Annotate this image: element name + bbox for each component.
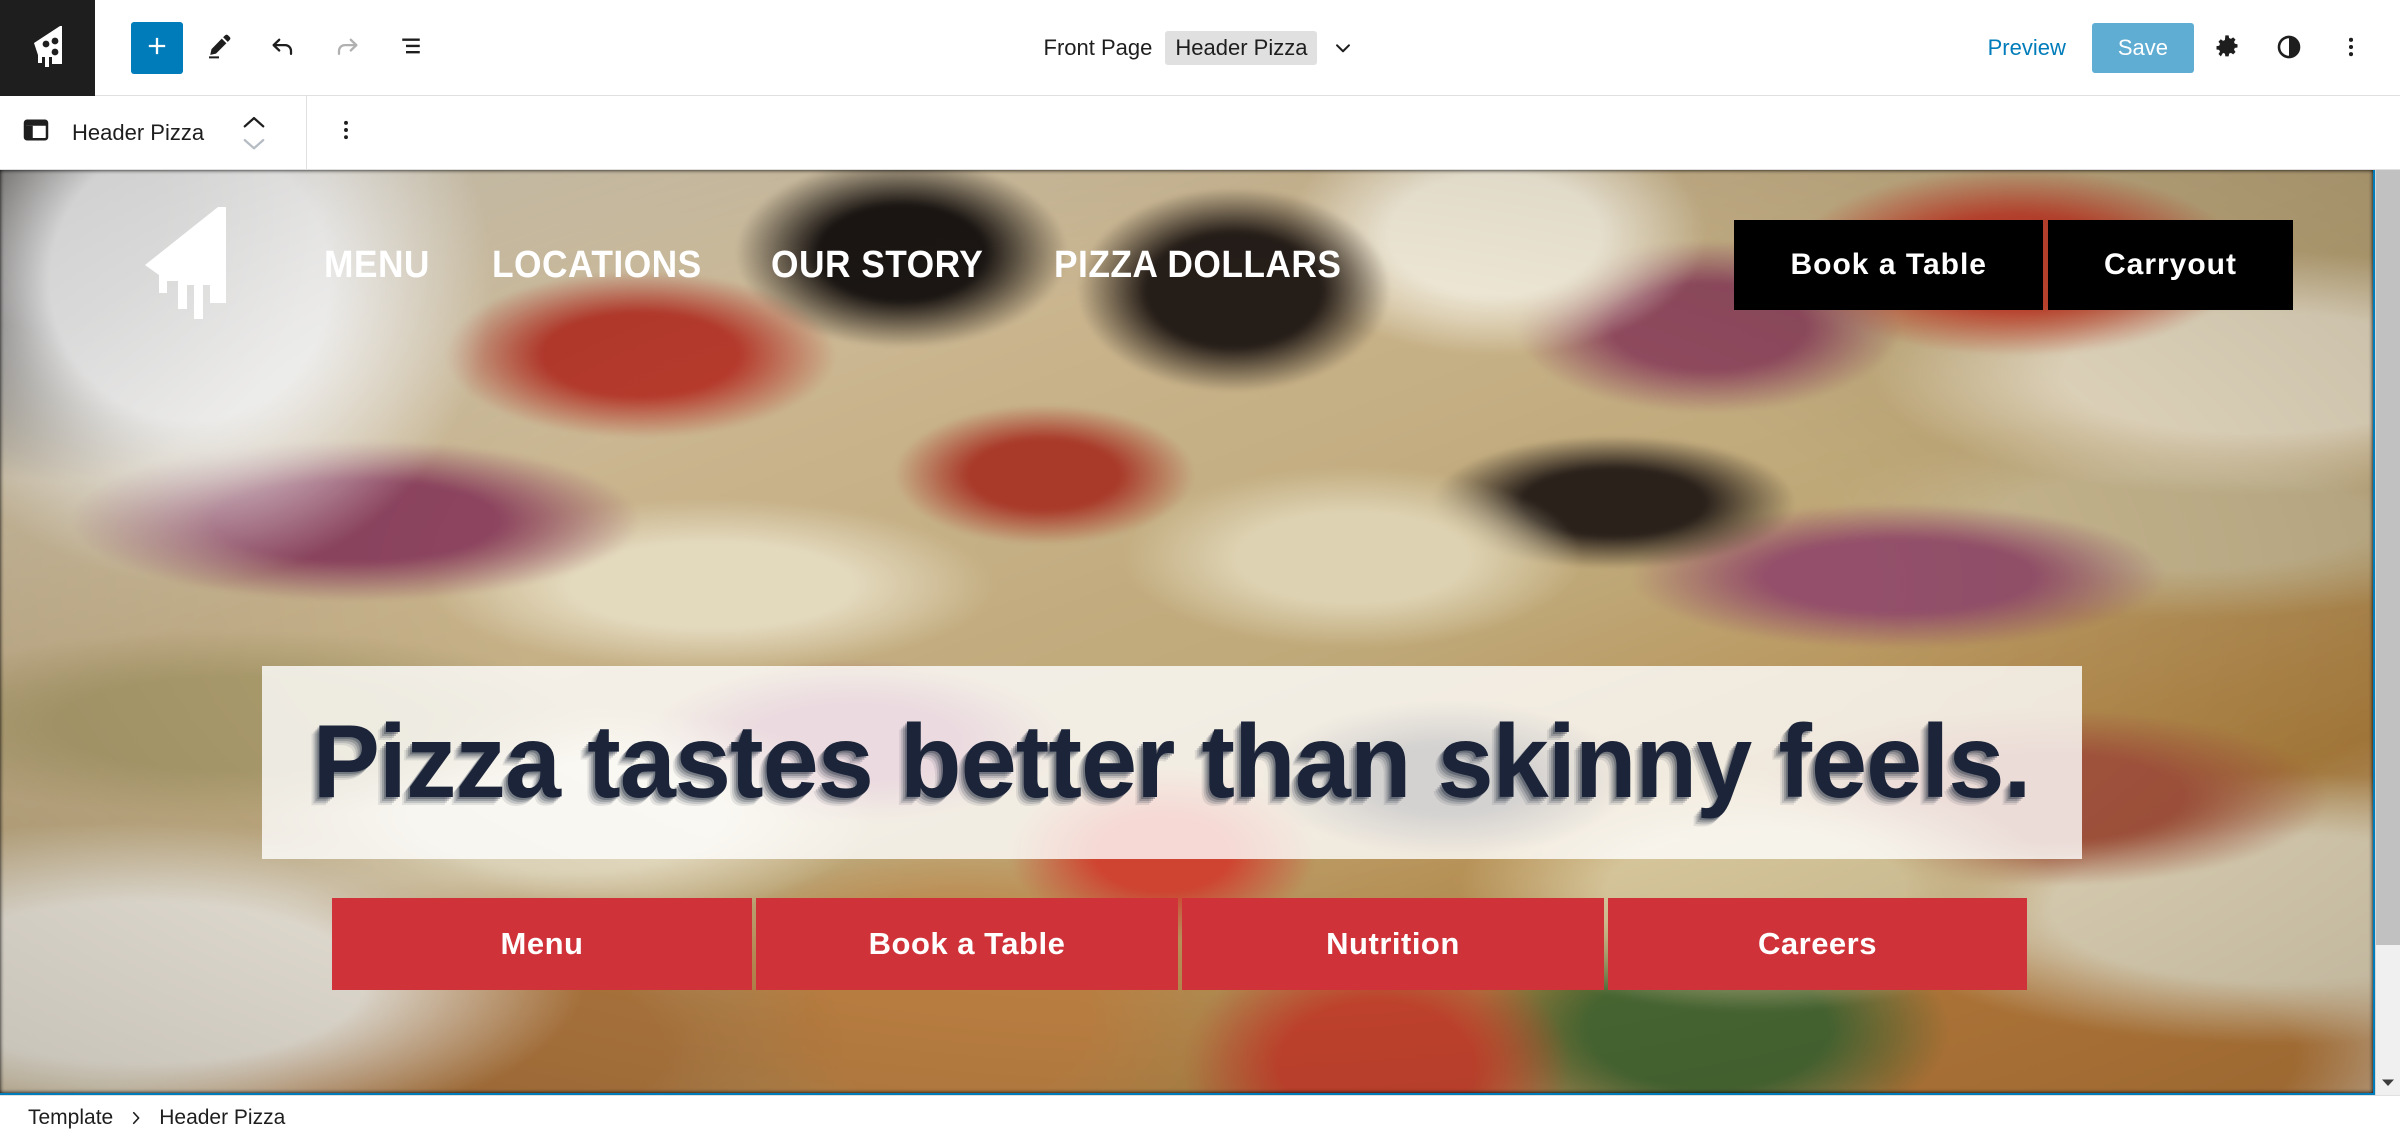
action-button-careers[interactable]: Careers <box>1608 898 2027 990</box>
site-header: MENU LOCATIONS OUR STORY PIZZA DOLLARS B… <box>0 170 2373 360</box>
nav-link-our-story[interactable]: OUR STORY <box>771 244 983 287</box>
hero-headline-panel[interactable]: Pizza tastes better than skinny feels. <box>262 666 2082 859</box>
block-type-button[interactable] <box>0 115 72 150</box>
action-button-nutrition[interactable]: Nutrition <box>1182 898 1604 990</box>
pizza-slice-icon <box>22 19 74 76</box>
header-cta-group: Book a Table Carryout <box>1734 220 2293 310</box>
more-options-button[interactable] <box>2322 19 2380 77</box>
list-view-icon <box>396 31 426 64</box>
editor-canvas[interactable]: MENU LOCATIONS OUR STORY PIZZA DOLLARS B… <box>0 170 2375 1095</box>
hero-action-buttons: Menu Book a Table Nutrition Careers <box>332 898 2027 990</box>
block-options-button[interactable] <box>307 96 385 170</box>
breadcrumb-item-template[interactable]: Template <box>28 1106 113 1130</box>
block-editor-window: Front Page Header Pizza Preview Save Hea… <box>0 0 2400 1139</box>
hero-headline: Pizza tastes better than skinny feels. <box>313 704 2032 820</box>
vertical-ellipsis-icon <box>2338 34 2364 63</box>
chevron-up-icon <box>243 116 265 127</box>
add-block-button[interactable] <box>131 21 183 74</box>
save-button[interactable]: Save <box>2091 23 2194 73</box>
editor-toolbar-right: Preview Save <box>1966 0 2380 96</box>
undo-button[interactable] <box>255 20 311 76</box>
move-down-button[interactable] <box>241 136 267 152</box>
styles-button[interactable] <box>2260 19 2318 77</box>
chevron-right-icon <box>127 1109 145 1127</box>
preview-button[interactable]: Preview <box>1966 35 2088 61</box>
undo-icon <box>268 31 298 64</box>
nav-link-menu[interactable]: MENU <box>324 244 430 287</box>
document-title-prefix: Front Page <box>1043 35 1153 60</box>
scrollbar-thumb[interactable] <box>2376 170 2400 945</box>
site-icon-button[interactable] <box>0 0 95 96</box>
pizza-slice-logo <box>140 199 258 332</box>
contrast-half-circle-icon <box>2275 33 2303 64</box>
block-movers <box>230 96 278 170</box>
redo-icon <box>332 31 362 64</box>
template-part-icon <box>21 115 51 150</box>
list-view-button[interactable] <box>383 20 439 76</box>
nav-link-locations[interactable]: LOCATIONS <box>492 244 702 287</box>
document-title-chip: Header Pizza <box>1165 31 1318 65</box>
tools-button[interactable] <box>191 20 247 76</box>
move-up-button[interactable] <box>241 114 267 130</box>
canvas-scrollbar[interactable] <box>2375 170 2400 1095</box>
redo-button[interactable] <box>319 20 375 76</box>
breadcrumb-bar: Template Header Pizza <box>0 1095 2400 1139</box>
action-button-book-a-table[interactable]: Book a Table <box>756 898 1178 990</box>
book-a-table-button[interactable]: Book a Table <box>1734 220 2043 310</box>
nav-link-pizza-dollars[interactable]: PIZZA DOLLARS <box>1054 244 1341 287</box>
settings-button[interactable] <box>2198 19 2256 77</box>
action-button-menu[interactable]: Menu <box>332 898 752 990</box>
editor-toolbar-left <box>95 20 439 76</box>
editor-top-bar: Front Page Header Pizza Preview Save <box>0 0 2400 96</box>
carryout-button[interactable]: Carryout <box>2047 220 2293 310</box>
chevron-down-icon <box>1330 35 1356 61</box>
site-navigation: MENU LOCATIONS OUR STORY PIZZA DOLLARS <box>324 244 1363 287</box>
gear-icon <box>2213 33 2241 64</box>
block-toolbar: Header Pizza <box>0 95 2400 170</box>
vertical-ellipsis-icon <box>333 117 359 148</box>
pencil-icon <box>204 31 234 64</box>
triangle-down-icon <box>2381 1074 2395 1092</box>
scrollbar-down-button[interactable] <box>2376 1070 2400 1095</box>
breadcrumb-item-header-pizza[interactable]: Header Pizza <box>159 1106 285 1130</box>
chevron-down-icon <box>243 138 265 149</box>
document-title-button[interactable]: Front Page Header Pizza <box>1044 31 1357 65</box>
site-logo[interactable] <box>140 199 258 332</box>
block-type-group: Header Pizza <box>0 96 278 170</box>
block-name-label: Header Pizza <box>72 119 205 145</box>
plus-icon <box>143 32 171 63</box>
